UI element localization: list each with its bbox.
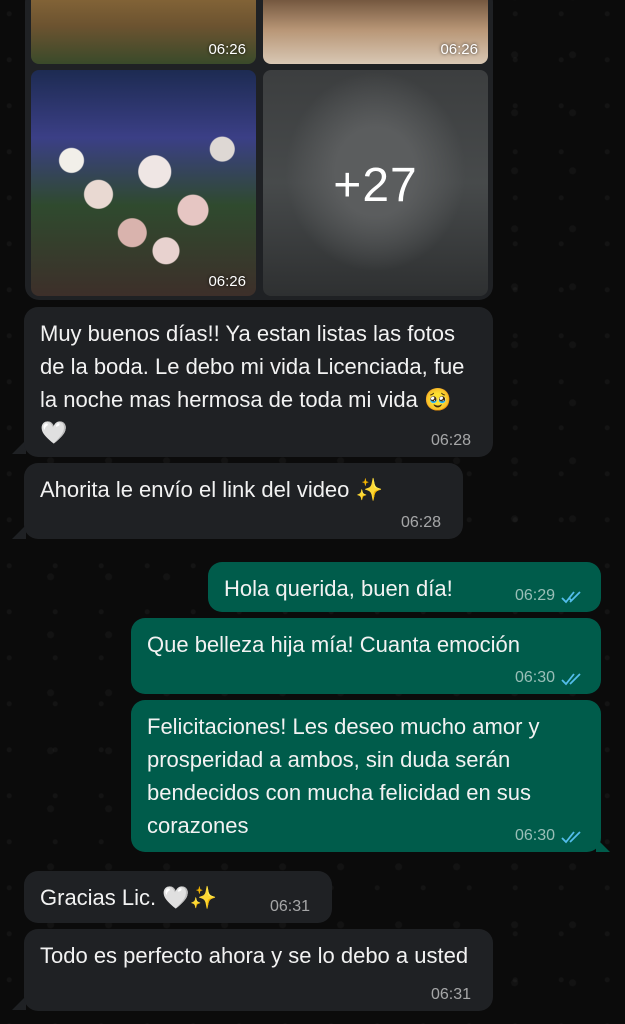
message-text: Felicitaciones! Les deseo mucho amor y p… [147, 714, 540, 838]
photo-timestamp: 06:26 [440, 41, 478, 58]
message-outgoing[interactable]: Hola querida, buen día! 06:29 [208, 562, 601, 612]
more-photos-count: +27 [333, 159, 418, 212]
message-time: 06:28 [400, 514, 441, 531]
message-outgoing[interactable]: Felicitaciones! Les deseo mucho amor y p… [131, 700, 601, 852]
read-receipt-icon [561, 673, 581, 686]
message-time: 06:30 [514, 827, 555, 844]
message-text: Ahorita le envío el link del video ✨ [40, 477, 383, 502]
message-outgoing[interactable]: Que belleza hija mía! Cuanta emoción 06:… [131, 618, 601, 694]
album-photo-2[interactable]: 06:26 [263, 0, 488, 64]
album-more-photos[interactable]: +27 [263, 70, 488, 296]
message-time: 06:31 [269, 898, 310, 915]
message-time: 06:30 [514, 669, 555, 686]
message-text: Hola querida, buen día! [224, 576, 453, 601]
message-incoming[interactable]: Muy buenos días!! Ya estan listas las fo… [24, 307, 493, 457]
album-photo-1[interactable]: 06:26 [31, 0, 256, 64]
read-receipt-icon [561, 591, 581, 604]
message-incoming[interactable]: Gracias Lic. 🤍✨ 06:31 [24, 871, 332, 923]
message-text: Muy buenos días!! Ya estan listas las fo… [40, 321, 465, 445]
message-time: 06:29 [514, 587, 555, 604]
message-text: Gracias Lic. 🤍✨ [40, 885, 218, 910]
message-incoming[interactable]: Ahorita le envío el link del video ✨ 06:… [24, 463, 463, 539]
message-time: 06:28 [430, 432, 471, 449]
photo-timestamp: 06:26 [208, 273, 246, 290]
photo-timestamp: 06:26 [208, 41, 246, 58]
read-receipt-icon [561, 831, 581, 844]
message-text: Todo es perfecto ahora y se lo debo a us… [40, 943, 469, 968]
message-incoming[interactable]: Todo es perfecto ahora y se lo debo a us… [24, 929, 493, 1011]
message-time: 06:31 [430, 986, 471, 1003]
message-text: Que belleza hija mía! Cuanta emoción [147, 632, 520, 657]
album-photo-3[interactable]: 06:26 [31, 70, 256, 296]
